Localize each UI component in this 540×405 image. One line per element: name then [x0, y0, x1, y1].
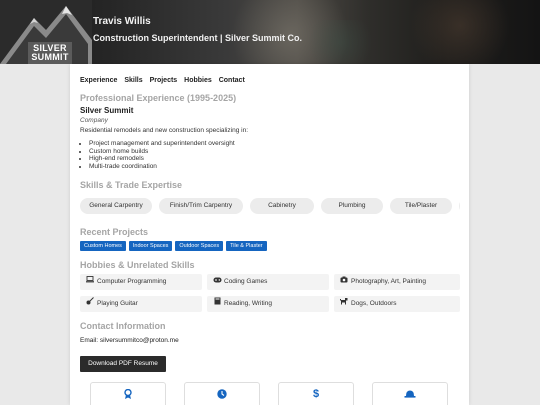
nav-hobbies[interactable]: Hobbies	[184, 77, 212, 84]
nav-projects[interactable]: Projects	[150, 77, 178, 84]
project-tag[interactable]: Custom Homes	[80, 241, 126, 251]
header-banner: SILVER SUMMIT Travis Willis Construction…	[0, 0, 540, 64]
experience-heading: Professional Experience (1995-2025)	[80, 93, 237, 103]
nav-contact[interactable]: Contact	[219, 77, 245, 84]
skill-pill: Finish/Trim Carpentry	[159, 198, 243, 214]
project-tag[interactable]: Outdoor Spaces	[175, 241, 224, 251]
company-name: Silver Summit	[80, 106, 134, 115]
project-tag[interactable]: Tile & Plaster	[226, 241, 267, 251]
banner-photo-shadow	[400, 0, 520, 64]
skill-pill: Cabinetry	[250, 198, 314, 214]
hobby-item: Dogs, Outdoors	[334, 296, 460, 312]
logo-text-line2: SUMMIT	[31, 52, 69, 62]
dog-icon	[340, 296, 348, 312]
award-icon	[91, 388, 165, 401]
skills-heading: Skills & Trade Expertise	[80, 180, 183, 190]
hobby-label: Coding Games	[224, 278, 268, 285]
laptop-icon	[86, 274, 94, 290]
section-nav: Experience Skills Projects Hobbies Conta…	[80, 77, 250, 84]
hobbies-heading: Hobbies & Unrelated Skills	[80, 260, 195, 270]
list-item: Multi-trade coordination	[89, 163, 235, 171]
list-item: High-end remodels	[89, 155, 235, 163]
hobby-label: Photography, Art, Painting	[351, 278, 427, 285]
job-title: Construction Superintendent | Silver Sum…	[93, 33, 303, 43]
skills-row: General Carpentry Finish/Trim Carpentry Ca…	[80, 198, 460, 216]
nav-skills[interactable]: Skills	[124, 77, 142, 84]
hobby-label: Playing Guitar	[97, 300, 138, 307]
camera-icon	[340, 274, 348, 290]
hobby-item: Computer Programming	[80, 274, 202, 290]
project-tags: Custom Homes Indoor Spaces Outdoor Spaces T…	[80, 241, 270, 259]
skill-pill: General Carpentry	[80, 198, 152, 214]
contact-heading: Contact Information	[80, 321, 166, 331]
hobby-label: Computer Programming	[97, 278, 167, 285]
company-logo: SILVER SUMMIT	[0, 0, 92, 64]
hobby-item: Reading, Writing	[207, 296, 329, 312]
dollar-icon: $	[312, 388, 320, 400]
feature-card	[90, 382, 166, 405]
clock-icon	[185, 389, 259, 401]
hobby-item: Playing Guitar	[80, 296, 202, 312]
resume-card: Experience Skills Projects Hobbies Conta…	[70, 64, 469, 405]
banner-photo-tone	[300, 20, 380, 64]
guitar-icon	[86, 296, 94, 312]
gamepad-icon	[213, 274, 222, 290]
feature-card	[372, 382, 448, 405]
feature-card	[184, 382, 260, 405]
nav-experience[interactable]: Experience	[80, 77, 117, 84]
skill-pill: Pr	[459, 198, 460, 214]
person-name: Travis Willis	[93, 16, 151, 27]
hobby-item: Photography, Art, Painting	[334, 274, 460, 290]
hobby-label: Dogs, Outdoors	[351, 300, 397, 307]
download-pdf-button[interactable]: Download PDF Resume	[80, 356, 166, 372]
skill-pill: Tile/Plaster	[390, 198, 452, 214]
projects-heading: Recent Projects	[80, 227, 149, 237]
project-tag[interactable]: Indoor Spaces	[128, 241, 173, 251]
experience-bullets: Project management and superintendent ov…	[89, 140, 235, 170]
book-icon	[213, 296, 221, 312]
skill-pill: Plumbing	[321, 198, 383, 214]
list-item: Project management and superintendent ov…	[89, 140, 235, 148]
hobby-item: Coding Games	[207, 274, 329, 290]
company-type: Company	[80, 117, 108, 124]
contact-email[interactable]: Email: silversummitco@proton.me	[80, 337, 179, 344]
hardhat-icon	[373, 389, 447, 400]
feature-card: $	[278, 382, 354, 405]
company-description: Residential remodels and new constructio…	[80, 127, 249, 134]
hobby-label: Reading, Writing	[224, 300, 272, 307]
list-item: Custom home builds	[89, 148, 235, 156]
